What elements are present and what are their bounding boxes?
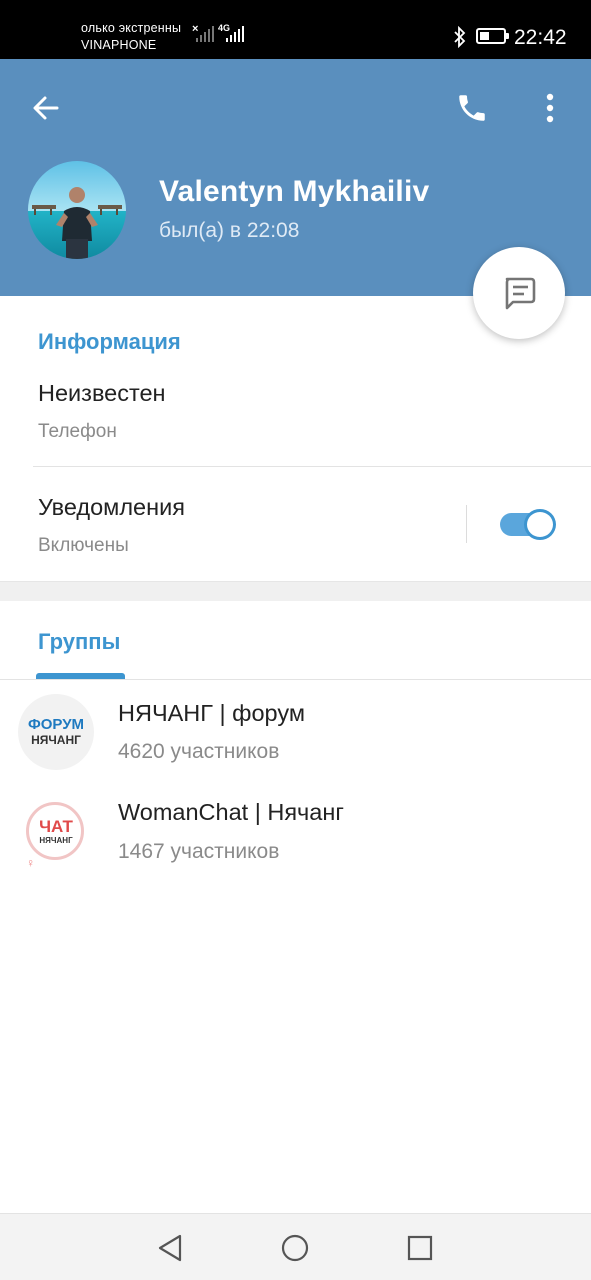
- send-message-button[interactable]: [473, 247, 565, 339]
- system-nav-bar: [0, 1213, 591, 1280]
- section-separator: [0, 581, 591, 601]
- profile-avatar[interactable]: [28, 161, 126, 259]
- circle-home-icon: [281, 1234, 309, 1262]
- group-avatar-logo-bottom: НЯЧАНГ: [31, 733, 81, 747]
- info-section-title: Информация: [38, 329, 181, 354]
- arrow-left-icon: [33, 96, 59, 120]
- group-avatar-forum[interactable]: ФОРУМ НЯЧАНГ: [18, 694, 94, 770]
- group-avatar-womanchat[interactable]: ЧАТ НЯЧАНГ ♀: [18, 794, 94, 870]
- group-member-count: 1467 участников: [118, 840, 280, 863]
- bluetooth-icon: [454, 26, 466, 48]
- notifications-label[interactable]: Уведомления: [38, 494, 185, 521]
- carrier-info: олько экстренны VINAPHONE: [81, 20, 181, 54]
- notifications-toggle[interactable]: [500, 509, 556, 540]
- battery-icon: [476, 28, 509, 44]
- more-options-button[interactable]: [530, 84, 570, 132]
- carrier-line-1: олько экстренны: [81, 21, 182, 35]
- carrier-line-2: VINAPHONE: [81, 38, 157, 52]
- signal-strength-icon: [226, 26, 244, 42]
- phone-icon: [459, 95, 485, 121]
- nav-recent-button[interactable]: [400, 1228, 440, 1268]
- phone-label: Телефон: [38, 421, 117, 442]
- clock: 22:42: [514, 26, 567, 49]
- triangle-back-icon: [158, 1234, 182, 1262]
- tab-groups[interactable]: Группы: [38, 629, 120, 655]
- call-button[interactable]: [448, 84, 496, 132]
- nav-home-button[interactable]: [275, 1228, 315, 1268]
- battery-level: [480, 32, 489, 40]
- toggle-knob: [524, 509, 556, 540]
- avatar-photo: [28, 161, 126, 259]
- notifications-status: Включены: [38, 535, 129, 556]
- tab-divider: [0, 679, 591, 680]
- group-member-count: 4620 участников: [118, 740, 280, 763]
- message-icon: [505, 277, 536, 310]
- row-divider: [33, 466, 591, 467]
- group-avatar-logo-top: ЧАТ: [39, 817, 73, 836]
- group-name[interactable]: WomanChat | Нячанг: [118, 799, 344, 826]
- signal-icon: [196, 26, 214, 42]
- status-bar: олько экстренны VINAPHONE × 4G 22:42: [0, 0, 591, 59]
- group-avatar-logo-top: ФОРУМ: [27, 716, 85, 733]
- square-recent-icon: [407, 1235, 433, 1261]
- back-button[interactable]: [22, 84, 70, 132]
- group-name[interactable]: НЯЧАНГ | форум: [118, 700, 305, 727]
- toggle-separator: [466, 505, 467, 543]
- phone-number[interactable]: Неизвестен: [38, 380, 166, 407]
- group-avatar-logo-bottom: НЯЧАНГ: [39, 836, 73, 845]
- venus-icon: ♀: [26, 856, 35, 870]
- last-seen-status: был(а) в 22:08: [159, 219, 300, 242]
- more-vertical-icon: [546, 93, 554, 123]
- nav-back-button[interactable]: [150, 1228, 190, 1268]
- contact-name: Valentyn Mykhailiv: [159, 175, 430, 208]
